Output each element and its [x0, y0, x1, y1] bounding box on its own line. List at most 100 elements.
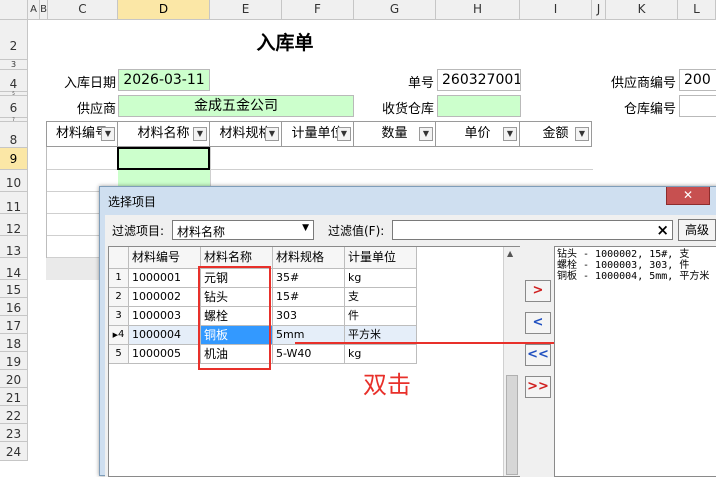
move-all-right-button[interactable]: >>	[525, 376, 551, 398]
scrollbar-thumb[interactable]	[506, 375, 518, 475]
row-header[interactable]: 8	[0, 122, 28, 148]
row-number[interactable]: 1	[109, 269, 129, 288]
row-header[interactable]: 13	[0, 236, 28, 258]
cell-unit[interactable]: 支	[345, 288, 417, 307]
row-header[interactable]: 18	[0, 334, 28, 352]
row-header[interactable]: 11	[0, 192, 28, 214]
row-header[interactable]: 24	[0, 442, 28, 461]
supplier-field[interactable]: 金成五金公司	[118, 95, 354, 117]
move-right-button[interactable]: >	[525, 280, 551, 302]
cell-unit[interactable]: kg	[345, 269, 417, 288]
column-header-l[interactable]: L	[678, 0, 716, 20]
row-number[interactable]: ▶4	[109, 326, 129, 345]
cell-code[interactable]: 1000002	[129, 288, 201, 307]
clear-icon[interactable]: ×	[656, 221, 669, 239]
row-header[interactable]: 16	[0, 298, 28, 316]
move-all-left-button[interactable]: <<	[525, 344, 551, 366]
row-header[interactable]: 12	[0, 214, 28, 236]
double-click-annotation: 双击	[363, 371, 411, 399]
row-header[interactable]: 4	[0, 70, 28, 92]
column-header-b[interactable]: B	[40, 0, 48, 20]
row-number[interactable]: 2	[109, 288, 129, 307]
row-header[interactable]: 17	[0, 316, 28, 334]
row-header[interactable]: 9	[0, 148, 28, 170]
filter-dropdown-icon[interactable]: ▼	[419, 127, 433, 141]
scroll-up-icon[interactable]: ▲	[507, 249, 513, 258]
cell-code[interactable]: 1000004	[129, 326, 201, 345]
row-number[interactable]: 5	[109, 345, 129, 364]
cell-code[interactable]: 1000005	[129, 345, 201, 364]
order-number-field[interactable]: 260327001	[437, 69, 521, 91]
grid-header-unit[interactable]: 计量单位	[345, 247, 417, 269]
header-unit-price[interactable]: 单价 ▼	[436, 121, 520, 147]
column-header-c[interactable]: C	[48, 0, 118, 20]
grid-header-code[interactable]: 材料编号	[129, 247, 201, 269]
row-header[interactable]: 23	[0, 424, 28, 442]
column-header-d[interactable]: D	[118, 0, 210, 20]
warehouse-code-field[interactable]	[679, 95, 716, 117]
column-header-h[interactable]: H	[436, 0, 520, 20]
column-header-f[interactable]: F	[282, 0, 354, 20]
grid-header-spec[interactable]: 材料规格	[273, 247, 345, 269]
chevron-down-icon: ▼	[302, 223, 309, 233]
row-header[interactable]: 22	[0, 406, 28, 424]
column-header-k[interactable]: K	[606, 0, 678, 20]
vertical-scrollbar[interactable]: ▲	[503, 247, 520, 476]
selected-item[interactable]: 铜板 - 1000004, 5mm, 平方米	[557, 271, 709, 282]
header-material-name[interactable]: 材料名称 ▼	[118, 121, 210, 147]
filter-dropdown-icon[interactable]: ▼	[503, 127, 517, 141]
date-label: 入库日期	[63, 76, 116, 91]
cell-spec[interactable]: 35#	[273, 269, 345, 288]
close-button[interactable]: ✕	[666, 187, 710, 205]
row-number-text: 4	[118, 329, 125, 340]
selected-item[interactable]: 钻头 - 1000002, 15#, 支	[557, 249, 689, 260]
date-field[interactable]: 2026-03-11	[118, 69, 210, 91]
header-unit[interactable]: 计量单位 ▼	[282, 121, 354, 147]
select-all-corner[interactable]	[0, 0, 28, 20]
header-material-code[interactable]: 材料编号 ▼	[46, 121, 118, 147]
cell-code[interactable]: 1000003	[129, 307, 201, 326]
move-left-button[interactable]: <	[525, 312, 551, 334]
supplier-code-label: 供应商编号	[610, 76, 676, 91]
column-header-g[interactable]: G	[354, 0, 436, 20]
header-quantity[interactable]: 数量 ▼	[354, 121, 436, 147]
filter-dropdown-icon[interactable]: ▼	[337, 127, 351, 141]
header-label: 计量单位	[291, 126, 344, 141]
cell-spec[interactable]: 15#	[273, 288, 345, 307]
header-amount[interactable]: 金额 ▼	[520, 121, 592, 147]
cell-code[interactable]: 1000001	[129, 269, 201, 288]
warehouse-field[interactable]	[437, 95, 521, 117]
row-header[interactable]: 10	[0, 170, 28, 192]
column-header-i[interactable]: I	[520, 0, 592, 20]
header-label: 数量	[381, 126, 408, 141]
column-header-j[interactable]: J	[592, 0, 606, 20]
filter-dropdown-icon[interactable]: ▼	[575, 127, 589, 141]
row-header[interactable]: 2	[0, 20, 28, 60]
column-header-a[interactable]: A	[28, 0, 40, 20]
filter-dropdown-icon[interactable]: ▼	[193, 127, 207, 141]
row-header[interactable]: 19	[0, 352, 28, 370]
advanced-button[interactable]: 高级	[678, 219, 716, 241]
filter-item-select[interactable]: 材料名称 ▼	[172, 220, 314, 240]
selected-items-list[interactable]: 钻头 - 1000002, 15#, 支 螺栓 - 1000003, 303, …	[554, 246, 716, 477]
filter-dropdown-icon[interactable]: ▼	[265, 127, 279, 141]
filter-item-label: 过滤项目:	[112, 224, 165, 238]
row-header[interactable]: 14	[0, 258, 28, 280]
row-header[interactable]: 3	[0, 60, 28, 70]
header-material-spec[interactable]: 材料规格 ▼	[210, 121, 282, 147]
row-header[interactable]: 20	[0, 370, 28, 388]
row-number[interactable]: 3	[109, 307, 129, 326]
filter-value-input[interactable]: ×	[392, 220, 673, 240]
active-cell[interactable]	[117, 147, 210, 170]
item-grid: 材料编号 材料名称 材料规格 计量单位 1 1000001 元钢 35# kg …	[108, 246, 520, 477]
cell-spec[interactable]: 303	[273, 307, 345, 326]
row-header[interactable]: 21	[0, 388, 28, 406]
selected-item[interactable]: 螺栓 - 1000003, 303, 件	[557, 260, 689, 271]
select-item-dialog: 选择项目 ✕ 过滤项目: 材料名称 ▼ 过滤值(F): × 高级 材料编号 材料…	[99, 186, 716, 477]
cell-unit[interactable]: 件	[345, 307, 417, 326]
supplier-code-field[interactable]: 200	[679, 69, 716, 91]
filter-dropdown-icon[interactable]: ▼	[101, 127, 115, 141]
row-header[interactable]: 15	[0, 280, 28, 298]
row-header[interactable]: 6	[0, 96, 28, 118]
column-header-e[interactable]: E	[210, 0, 282, 20]
